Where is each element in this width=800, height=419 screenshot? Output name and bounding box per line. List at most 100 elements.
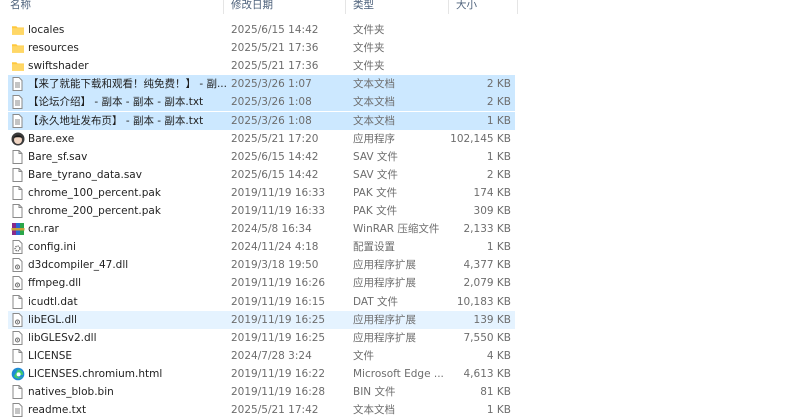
file-type: PAK 文件	[353, 186, 398, 199]
file-type: 文本文档	[353, 404, 395, 417]
file-size: 1 KB	[486, 150, 511, 163]
file-type: 配置设置	[353, 241, 395, 254]
file-size	[433, 57, 511, 75]
file-type: 文本文档	[353, 78, 395, 91]
file-icon	[11, 348, 24, 363]
column-divider[interactable]	[223, 0, 224, 14]
dll-file-icon	[11, 276, 24, 291]
file-size: 4,377 KB	[463, 259, 512, 272]
file-date-modified: 2025/6/15 14:42	[231, 24, 319, 36]
file-size: 309 KB	[473, 205, 511, 217]
file-date-modified: 2025/5/21 17:36	[231, 42, 319, 55]
file-date-modified: 2019/3/18 19:50	[231, 259, 319, 272]
file-type: Microsoft Edge ...	[353, 367, 444, 380]
file-row[interactable]: chrome_100_percent.pak 2019/11/19 16:33 PA…	[8, 184, 515, 202]
file-size: 10,183 KB	[456, 295, 511, 308]
column-divider[interactable]	[345, 0, 346, 14]
file-date-modified: 2024/5/8 16:34	[231, 223, 312, 236]
file-row[interactable]: 【来了就能下载和观看！纯免费！】 - 副... 2025/3/26 1:07 文本文…	[8, 75, 515, 94]
column-header-name[interactable]: 名称	[10, 0, 31, 12]
file-size: 102,145 KB	[450, 132, 511, 145]
file-size: 174 KB	[473, 186, 511, 199]
file-name: ffmpeg.dll	[28, 277, 82, 290]
file-date-modified: 2025/3/26 1:07	[231, 78, 312, 91]
file-type: 文件夹	[353, 42, 385, 55]
file-row[interactable]: libGLESv2.dll 2019/11/19 16:25 应用程序扩展 7,550…	[8, 329, 515, 347]
file-icon	[11, 185, 24, 200]
file-date-modified: 2024/11/24 4:18	[231, 241, 319, 254]
file-name: d3dcompiler_47.dll	[28, 259, 129, 272]
file-date-modified: 2019/11/19 16:22	[231, 367, 326, 380]
file-type: SAV 文件	[353, 150, 398, 163]
file-date-modified: 2019/11/19 16:15	[231, 295, 326, 308]
file-date-modified: 2019/11/19 16:28	[231, 386, 326, 398]
column-header-size[interactable]: 大小	[456, 0, 477, 12]
file-date-modified: 2019/11/19 16:33	[231, 186, 326, 199]
file-date-modified: 2024/7/28 3:24	[231, 349, 312, 362]
winrar-archive-icon	[11, 222, 25, 236]
file-size: 81 KB	[480, 386, 511, 398]
file-name: chrome_200_percent.pak	[28, 205, 161, 217]
file-name: 【来了就能下载和观看！纯免费！】 - 副...	[28, 78, 227, 91]
folder-icon	[11, 59, 24, 73]
column-header-date[interactable]: 修改日期	[231, 0, 273, 12]
file-row[interactable]: 【永久地址发布页】 - 副本 - 副本.txt 2025/3/26 1:08 文本文…	[8, 111, 515, 130]
file-date-modified: 2019/11/19 16:33	[231, 205, 326, 217]
file-type: 应用程序扩展	[353, 331, 416, 344]
file-row[interactable]: Bare_sf.sav 2025/6/15 14:42 SAV 文件 1 KB	[8, 148, 515, 166]
file-type: 应用程序	[353, 132, 395, 145]
file-name: swiftshader	[28, 60, 89, 73]
file-name: Bare.exe	[28, 132, 75, 145]
file-row[interactable]: 【论坛介绍】 - 副本 - 副本 - 副本.txt 2025/3/26 1:08 文…	[8, 93, 515, 112]
file-name: resources	[28, 42, 79, 55]
file-row[interactable]: swiftshader 2025/5/21 17:36 文件夹	[8, 57, 515, 75]
file-row[interactable]: ffmpeg.dll 2019/11/19 16:26 应用程序扩展 2,079 KB	[8, 274, 515, 292]
file-row[interactable]: LICENSES.chromium.html 2019/11/19 16:22 Mi…	[8, 365, 515, 383]
file-row[interactable]: libEGL.dll 2019/11/19 16:25 应用程序扩展 139 KB	[8, 310, 515, 329]
file-type: SAV 文件	[353, 168, 398, 181]
column-divider[interactable]	[517, 0, 518, 14]
file-type: 文件夹	[353, 60, 385, 73]
file-icon	[11, 294, 24, 309]
file-size: 2 KB	[486, 78, 511, 91]
file-date-modified: 2025/5/21 17:36	[231, 60, 319, 73]
file-row[interactable]: Bare_tyrano_data.sav 2025/6/15 14:42 SAV 文…	[8, 166, 515, 184]
column-divider[interactable]	[448, 0, 449, 14]
file-type: 应用程序扩展	[353, 277, 416, 290]
file-name: config.ini	[28, 241, 76, 254]
file-size: 2,133 KB	[463, 223, 512, 236]
file-row[interactable]: config.ini 2024/11/24 4:18 配置设置 1 KB	[8, 238, 515, 256]
file-type: PAK 文件	[353, 205, 398, 217]
file-name: libEGL.dll	[28, 313, 77, 326]
column-header-type[interactable]: 类型	[353, 0, 374, 12]
file-size: 2 KB	[486, 168, 511, 181]
file-type: 文本文档	[353, 96, 395, 109]
file-size: 7,550 KB	[463, 331, 512, 344]
app-avatar-icon	[11, 132, 25, 146]
file-size: 4,613 KB	[463, 367, 512, 380]
file-icon	[11, 167, 24, 182]
text-file-icon	[11, 113, 24, 128]
file-date-modified: 2025/5/21 17:42	[231, 404, 319, 417]
file-row[interactable]: Bare.exe 2025/5/21 17:20 应用程序 102,145 KB	[8, 130, 515, 148]
file-name: libGLESv2.dll	[28, 331, 97, 344]
file-row[interactable]: d3dcompiler_47.dll 2019/3/18 19:50 应用程序扩展 4…	[8, 256, 515, 274]
dll-file-icon	[11, 330, 24, 345]
file-row[interactable]: natives_blob.bin 2019/11/19 16:28 BIN 文件 81…	[8, 383, 515, 401]
file-date-modified: 2025/6/15 14:42	[231, 150, 319, 163]
file-row[interactable]: locales 2025/6/15 14:42 文件夹	[8, 21, 515, 39]
file-row[interactable]: icudtl.dat 2019/11/19 16:15 DAT 文件 10,183 K…	[8, 293, 515, 311]
file-date-modified: 2025/5/21 17:20	[231, 132, 319, 145]
file-row[interactable]: cn.rar 2024/5/8 16:34 WinRAR 压缩文件 2,133 KB	[8, 220, 515, 238]
file-row[interactable]: LICENSE 2024/7/28 3:24 文件 4 KB	[8, 347, 515, 365]
file-row[interactable]: readme.txt 2025/5/21 17:42 文本文档 1 KB	[8, 401, 515, 419]
file-row[interactable]: chrome_200_percent.pak 2019/11/19 16:33 PA…	[8, 202, 515, 220]
file-size: 1 KB	[486, 404, 511, 417]
file-name: Bare_sf.sav	[28, 150, 88, 163]
file-row[interactable]: resources 2025/5/21 17:36 文件夹	[8, 39, 515, 57]
file-name: readme.txt	[28, 404, 87, 417]
file-type: 应用程序扩展	[353, 313, 416, 326]
file-size: 1 KB	[486, 114, 511, 127]
file-date-modified: 2025/6/15 14:42	[231, 168, 319, 181]
file-name: natives_blob.bin	[28, 386, 114, 398]
